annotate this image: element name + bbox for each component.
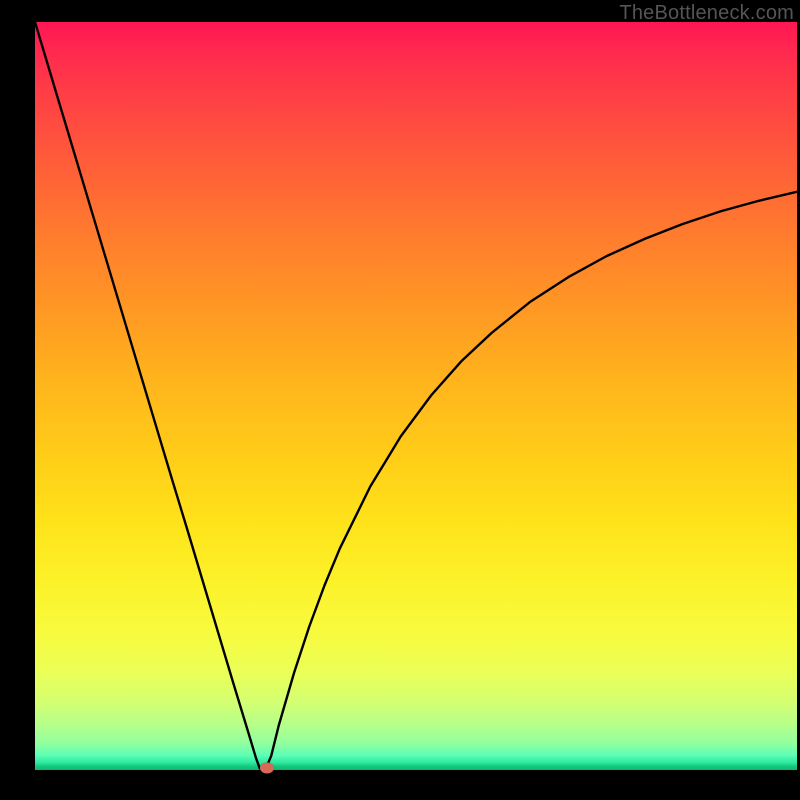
plot-area bbox=[35, 22, 797, 770]
bottleneck-curve bbox=[35, 22, 797, 770]
watermark-text: TheBottleneck.com bbox=[619, 2, 794, 25]
chart-frame: TheBottleneck.com bbox=[0, 0, 800, 800]
optimal-point-marker bbox=[260, 762, 274, 773]
